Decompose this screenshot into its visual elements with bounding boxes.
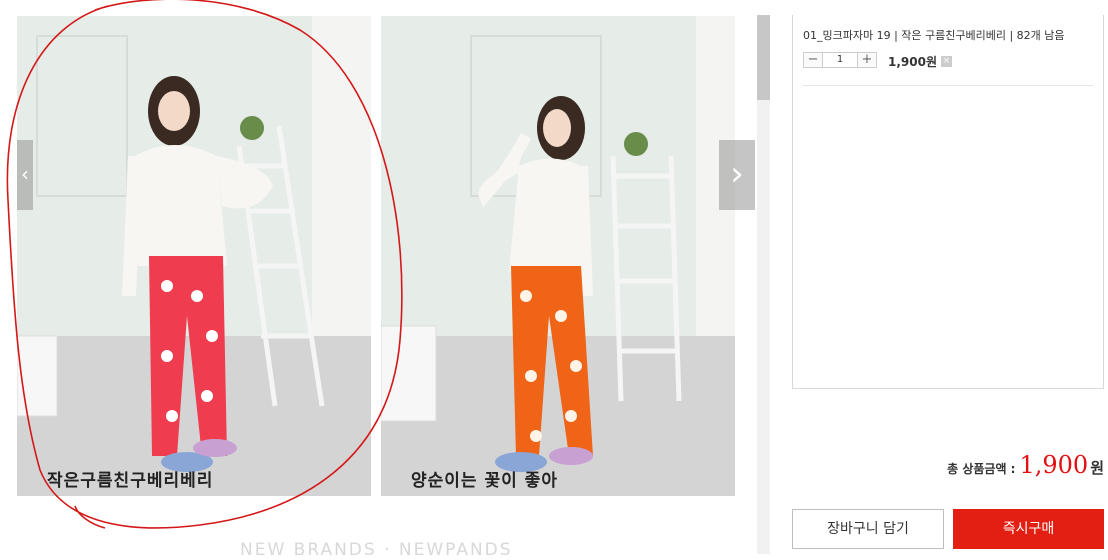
footer-faded-text: NEW BRANDS · NEWPANDS [240, 540, 513, 560]
gallery-next-arrow-icon[interactable]: › [719, 140, 755, 210]
total-label: 총 상품금액 : [947, 462, 1016, 476]
gallery-prev-arrow-icon[interactable]: ‹ [17, 140, 33, 210]
gallery-caption: 양순이는 꽃이 좋아 [411, 471, 558, 491]
page-scrollbar[interactable] [757, 15, 770, 554]
scrollbar-thumb[interactable] [757, 15, 770, 100]
option-name: 01_밍크파자마 19 | 작은 구름친구베리베리 | 82개 남음 [803, 29, 1065, 42]
product-photo-pink [17, 16, 371, 496]
product-gallery: 작은구름친구베리베리 양순이는 꽃이 좋아 ‹ › NEW BRANDS · N… [0, 0, 757, 560]
gallery-caption: 작은구름친구베리베리 [47, 471, 214, 491]
quantity-stepper[interactable]: − 1 + [803, 52, 877, 68]
product-photo-orange [381, 16, 735, 496]
gallery-item-pink[interactable]: 작은구름친구베리베리 [17, 16, 371, 496]
total-price-row: 총 상품금액 : 1,900 원 [947, 451, 1104, 479]
option-price: 1,900원 [888, 55, 937, 69]
option-divider [803, 85, 1093, 86]
gallery-item-orange[interactable]: 양순이는 꽃이 좋아 [381, 16, 735, 496]
quantity-input[interactable]: 1 [823, 52, 857, 68]
selected-option-panel: 01_밍크파자마 19 | 작은 구름친구베리베리 | 82개 남음 − 1 +… [792, 15, 1104, 389]
quantity-minus-button[interactable]: − [803, 52, 823, 68]
total-value: 1,900 [1019, 451, 1089, 479]
buy-now-button[interactable]: 즉시구매 [953, 509, 1104, 549]
remove-option-icon[interactable]: × [941, 56, 952, 67]
quantity-plus-button[interactable]: + [857, 52, 877, 68]
add-to-cart-button[interactable]: 장바구니 담기 [792, 509, 944, 549]
total-unit: 원 [1090, 459, 1104, 477]
